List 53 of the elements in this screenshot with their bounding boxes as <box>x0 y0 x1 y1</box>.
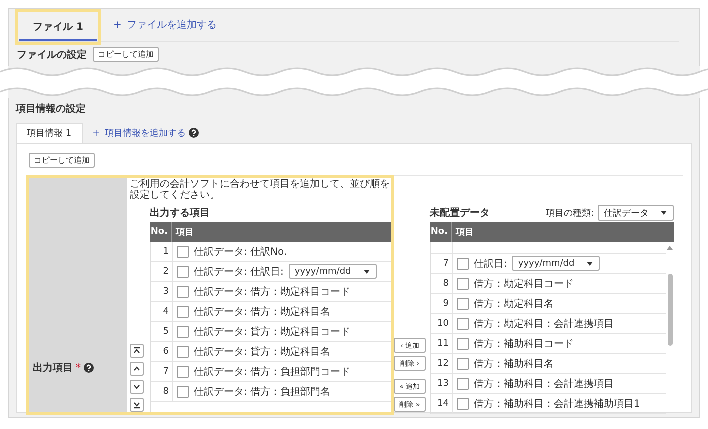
description-text: ご利用の会計ソフトに合わせて項目を追加して、並び順を設定してください。 <box>130 178 391 201</box>
item-label: 借方：勘定科目：会計連携項目 <box>474 318 614 330</box>
row-number: 4 <box>151 302 173 321</box>
type-label: 項目の種類: <box>546 208 594 220</box>
column-header: No. <box>430 222 452 242</box>
row-number: 12 <box>431 354 453 373</box>
row-number: 7 <box>431 254 453 273</box>
file-tab[interactable]: ファイル 1 <box>19 14 98 40</box>
item-label: 仕訳データ: 借方：負担部門コード <box>194 366 351 378</box>
add-item-link[interactable]: + 項目情報を追加する <box>92 126 186 140</box>
item-label: 仕訳データ: 貸方：勘定科目名 <box>194 346 331 358</box>
item-label: 仕訳データ: 貸方：勘定科目コード <box>194 326 351 338</box>
type-select[interactable]: 仕訳データ <box>598 205 674 221</box>
item-label: 仕訳データ: 仕訳No. <box>194 246 288 258</box>
item-label: 仕訳データ: 借方：勘定科目名 <box>194 306 331 318</box>
row-number: 8 <box>151 382 173 401</box>
item-label: 借方：勘定科目コード <box>474 278 574 290</box>
item-label: 借方：補助科目：会計連携補助項目1 <box>474 398 640 410</box>
column-header: 項目 <box>174 226 195 238</box>
column-header: No. <box>150 222 172 242</box>
item-label: 借方：勘定科目名 <box>474 298 554 310</box>
item-label: 仕訳日: <box>474 258 508 270</box>
row-number: 3 <box>151 282 173 301</box>
item-label: 借方：補助科目コード <box>474 338 574 350</box>
row-number: 8 <box>431 274 453 293</box>
row-number: 5 <box>151 322 173 341</box>
row-number: 14 <box>431 394 453 413</box>
row-number: 9 <box>431 294 453 313</box>
copy-add-button[interactable]: コピーして追加 <box>29 153 95 168</box>
item-label: 仕訳データ: 借方：勘定科目コード <box>194 286 351 298</box>
row-number: 2 <box>151 262 173 281</box>
list-title: 出力する項目 <box>150 206 211 221</box>
item-tab[interactable]: 項目情報 1 <box>16 123 83 143</box>
add-file-link[interactable]: + ファイルを追加する <box>113 18 218 32</box>
field-label: 出力項目 <box>33 362 73 375</box>
section-title: ファイルの設定 <box>17 48 87 62</box>
row-number: 11 <box>431 334 453 353</box>
row-number: 13 <box>431 374 453 393</box>
item-label: 仕訳データ: 仕訳日: <box>194 266 284 278</box>
item-label: 仕訳データ: 借方：負担部門名 <box>194 386 331 398</box>
list-title: 未配置データ <box>430 206 490 220</box>
row-number: 1 <box>151 242 173 261</box>
required-mark: * <box>76 362 81 374</box>
row-number: 7 <box>151 362 173 381</box>
date-format-select[interactable]: yyyy/mm/dd <box>288 264 377 279</box>
item-label: 借方：補助科目名 <box>474 358 554 370</box>
item-label: 借方：補助科目：会計連携項目 <box>474 378 614 390</box>
section-title: 項目情報の設定 <box>16 103 87 117</box>
row-number: 10 <box>431 314 453 333</box>
copy-add-button[interactable]: コピーして追加 <box>93 47 159 62</box>
column-header: 項目 <box>454 226 475 238</box>
date-format-select[interactable]: yyyy/mm/dd <box>512 256 600 271</box>
row-number: 6 <box>151 342 173 361</box>
